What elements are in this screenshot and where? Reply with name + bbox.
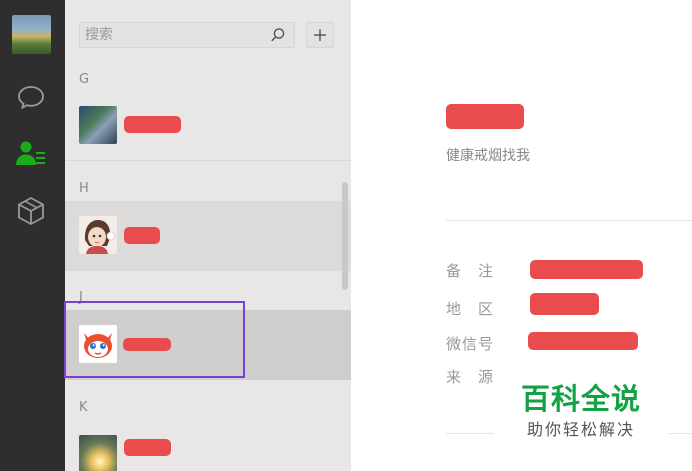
watermark-title: 百科全说 [520,382,641,416]
selection-highlight-box [64,301,245,378]
redacted-wechat-id-value [528,332,638,350]
contact-list-pane: G H J [65,0,351,471]
field-label-source: 来 源 [446,368,495,386]
contact-row[interactable] [65,201,351,271]
baike-watermark: 百科全说 助你轻松解决 [494,362,668,446]
divider [446,220,692,221]
group-letter-k: K [79,400,88,415]
favorites-cube-icon[interactable] [15,195,47,227]
group-letter-g: G [79,72,90,87]
redacted-region-value [530,293,599,315]
redacted-name [124,116,181,133]
list-scrollbar[interactable] [342,182,348,290]
group-letter-h: H [79,181,89,196]
redacted-display-name [446,104,524,129]
contact-row[interactable] [65,420,351,471]
field-label-wechat-id: 微信号 [446,335,495,353]
field-label-remark: 备 注 [446,262,495,280]
search-icon[interactable] [270,27,286,43]
contact-avatar [79,216,117,254]
add-contact-button[interactable] [306,22,334,48]
search-field[interactable] [79,22,295,48]
watermark-subtitle: 助你轻松解决 [526,420,635,439]
navigation-sidebar [0,0,65,471]
chat-icon[interactable] [15,81,47,113]
contact-row[interactable] [65,91,351,161]
redacted-name [124,227,160,244]
profile-signature: 健康戒烟找我 [446,148,530,164]
user-avatar[interactable] [12,15,51,54]
divider [65,160,351,161]
redacted-remark-value [530,260,643,279]
redacted-name [124,439,171,456]
field-label-region: 地 区 [446,300,495,318]
search-input[interactable] [85,26,265,44]
contact-avatar [79,106,117,144]
contacts-icon[interactable] [15,137,47,169]
contact-avatar [79,435,117,471]
add-icon [314,29,326,41]
